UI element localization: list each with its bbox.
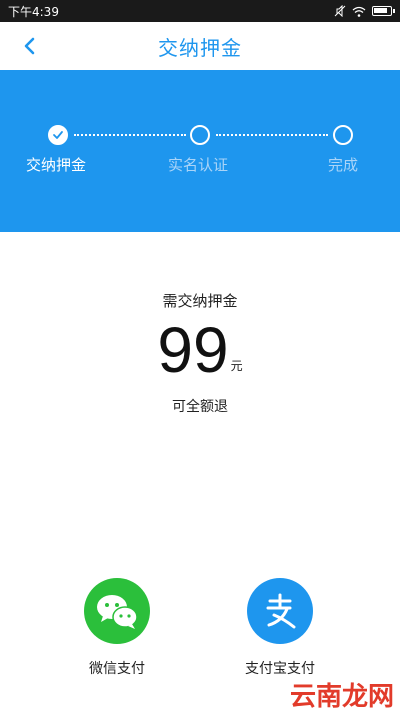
alipay-label: 支付宝支付 — [245, 661, 315, 677]
step-label: 实名认证 — [168, 156, 229, 174]
status-bar: 下午4:39 — [0, 0, 400, 22]
step-1-check-icon — [48, 125, 68, 145]
back-arrow-icon[interactable] — [18, 34, 42, 58]
deposit-caption: 需交纳押金 — [162, 292, 238, 310]
step-connector — [216, 134, 328, 136]
deposit-unit: 元 — [230, 359, 243, 373]
step-label: 交纳押金 — [26, 156, 87, 174]
status-icons — [334, 5, 395, 17]
mute-icon — [334, 5, 346, 17]
wechat-pay-label: 微信支付 — [89, 661, 145, 677]
wechat-icon — [84, 578, 150, 644]
step-2-circle-icon — [190, 125, 210, 145]
step-progress-panel: 交纳押金 实名认证 完成 — [0, 70, 400, 232]
deposit-amount-row: 99 元 — [0, 318, 400, 382]
page-title: 交纳押金 — [158, 35, 242, 60]
wechat-pay-button[interactable]: 微信支付 — [57, 578, 177, 678]
nav-bar: 交纳押金 — [0, 22, 400, 70]
refund-note: 可全额退 — [172, 399, 228, 415]
alipay-icon — [247, 578, 313, 644]
status-time: 下午4:39 — [8, 4, 59, 19]
step-3-circle-icon — [333, 125, 353, 145]
wifi-icon — [352, 6, 366, 17]
deposit-amount: 99 — [157, 314, 229, 386]
step-connector — [74, 134, 186, 136]
battery-icon — [372, 6, 395, 16]
step-label: 完成 — [328, 156, 359, 174]
alipay-button[interactable]: 支付宝支付 — [220, 578, 340, 678]
watermark-logo: 云南龙网 — [289, 682, 394, 712]
